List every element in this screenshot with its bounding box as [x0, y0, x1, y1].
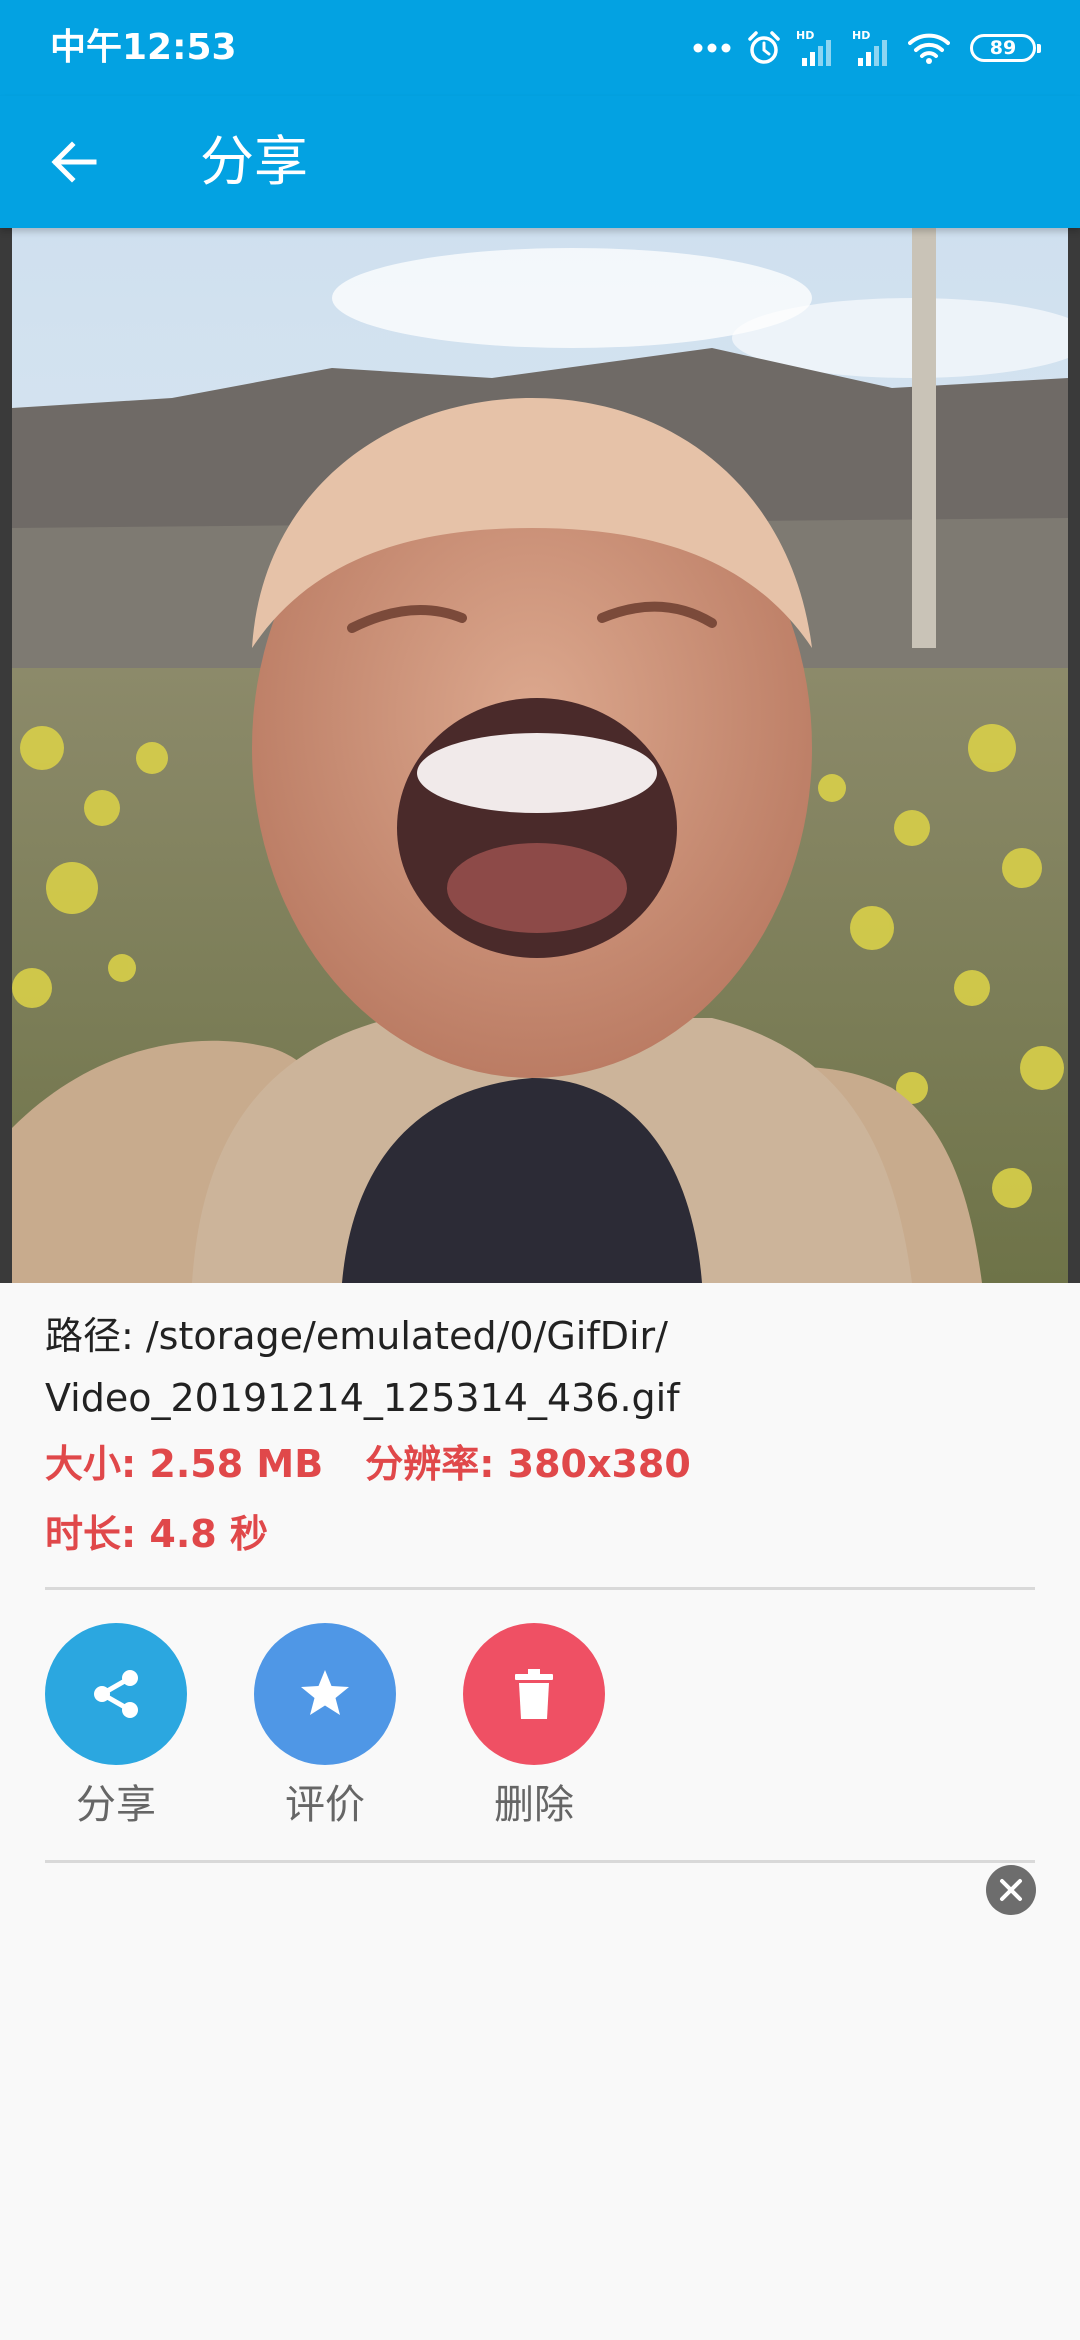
- file-duration: 时长: 4.8 秒: [45, 1512, 268, 1556]
- close-icon: [1000, 1879, 1022, 1901]
- action-row: 分享 评价 删除: [45, 1623, 672, 1831]
- file-size: 大小: 2.58 MB: [45, 1442, 324, 1486]
- status-bar: 中午12:53 HD HD 89: [0, 0, 1080, 96]
- divider: [45, 1587, 1035, 1590]
- divider: [45, 1860, 1035, 1863]
- size-resolution-row: 大小: 2.58 MB 分辨率: 380x380: [45, 1429, 1035, 1499]
- arrow-left-icon: [51, 141, 97, 183]
- app-bar: 分享: [0, 96, 1080, 228]
- share-button[interactable]: [45, 1623, 187, 1765]
- trash-icon: [515, 1669, 553, 1719]
- back-button[interactable]: [38, 126, 110, 198]
- file-path-line-1: 路径: /storage/emulated/0/GifDir/: [45, 1314, 668, 1358]
- share-action[interactable]: 分享: [45, 1623, 187, 1831]
- delete-button[interactable]: [463, 1623, 605, 1765]
- more-dots-icon: [693, 43, 731, 53]
- hd-badge-text: HD: [796, 29, 814, 42]
- page-title: 分享: [200, 130, 308, 193]
- file-info: 路径: /storage/emulated/0/GifDir/ Video_20…: [45, 1305, 1035, 1569]
- share-screen: 中午12:53 HD HD 89 分享 路径: /storage/emulate…: [0, 0, 1080, 2340]
- share-icon: [94, 1670, 138, 1718]
- delete-action[interactable]: 删除: [463, 1623, 605, 1831]
- ad-close-button[interactable]: [986, 1865, 1036, 1915]
- file-resolution: 分辨率: 380x380: [365, 1442, 691, 1486]
- wifi-icon: [908, 33, 950, 64]
- status-icons: HD HD 89: [692, 26, 1041, 70]
- star-icon: [301, 1670, 349, 1715]
- rate-action[interactable]: 评价: [254, 1623, 396, 1831]
- gif-preview[interactable]: [0, 228, 1080, 1283]
- gif-preview-image: [12, 228, 1068, 1283]
- battery-icon: 89: [970, 34, 1041, 62]
- delete-label: 删除: [494, 1782, 574, 1828]
- alarm-icon: [748, 31, 780, 64]
- signal-hd-icon: HD: [852, 29, 887, 66]
- rate-button[interactable]: [254, 1623, 396, 1765]
- status-time: 中午12:53: [50, 27, 237, 68]
- share-label: 分享: [76, 1782, 156, 1828]
- rate-label: 评价: [285, 1782, 365, 1828]
- signal-hd-icon: HD: [796, 29, 831, 66]
- file-path-line-2: Video_20191214_125314_436.gif: [45, 1376, 680, 1420]
- hd-badge-text: HD: [852, 29, 870, 42]
